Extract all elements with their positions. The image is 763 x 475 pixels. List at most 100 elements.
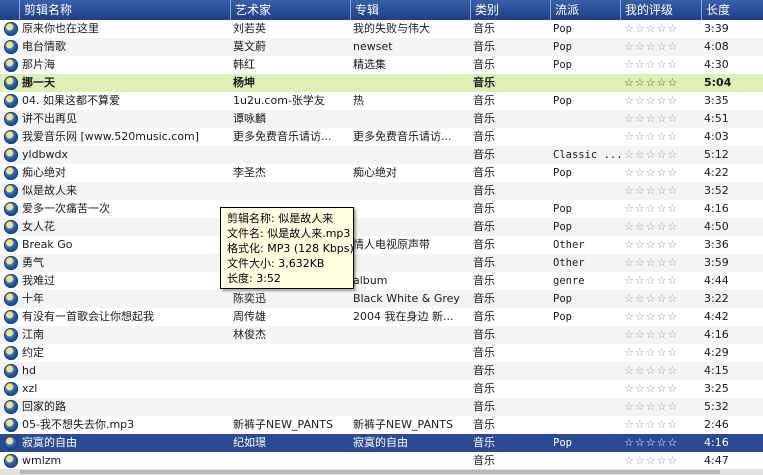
rating-stars[interactable]: ☆☆☆☆☆ [624, 200, 678, 218]
track-row[interactable]: 十年 陈奕迅 Black White & Grey 音乐 Pop 3:22 ☆☆☆☆☆ [0, 290, 763, 308]
rating-stars[interactable]: ☆☆☆☆☆ [624, 380, 678, 398]
track-category: 音乐 [473, 274, 495, 287]
track-album: 情人电视原声带 [353, 238, 430, 251]
track-length: 3:35 [704, 94, 729, 107]
track-genre [551, 128, 621, 146]
rating-stars[interactable]: ☆☆☆☆☆ [624, 344, 678, 362]
rating-stars[interactable]: ☆☆☆☆☆ [624, 20, 678, 38]
track-artist: 陈奕迅 [233, 292, 266, 305]
rating-stars[interactable]: ☆☆☆☆☆ [624, 74, 678, 92]
rating-stars[interactable]: ☆☆☆☆☆ [624, 272, 678, 290]
track-category: 音乐 [473, 22, 495, 35]
header-rating[interactable]: 我的评级 [621, 0, 702, 20]
track-category: 音乐 [473, 256, 495, 269]
track-row[interactable]: 爱多一次痛苦一次 音乐 Pop 4:16 ☆☆☆☆☆ [0, 200, 763, 218]
rating-stars[interactable]: ☆☆☆☆☆ [624, 92, 678, 110]
header-album[interactable]: 专辑 [351, 0, 471, 20]
rating-stars[interactable]: ☆☆☆☆☆ [624, 308, 678, 326]
header-category[interactable]: 类别 [471, 0, 551, 20]
track-row[interactable]: 有没有一首歌会让你想起我 周传雄 2004 我在身边 新... 音乐 Pop 4:42 ☆☆… [0, 308, 763, 326]
rating-stars[interactable]: ☆☆☆☆☆ [624, 398, 678, 416]
track-row[interactable]: 女人花 音乐 Pop 4:50 ☆☆☆☆☆ [0, 218, 763, 236]
rating-stars[interactable]: ☆☆☆☆☆ [624, 38, 678, 56]
track-artist: 杨坤 [233, 76, 255, 89]
rating-stars[interactable]: ☆☆☆☆☆ [624, 254, 678, 272]
audio-file-icon [4, 382, 18, 396]
track-row[interactable]: 电台情歌 莫文蔚 newset 音乐 Pop 4:08 ☆☆☆☆☆ [0, 38, 763, 56]
track-album [351, 110, 471, 128]
track-row[interactable]: 约定 音乐 4:29 ☆☆☆☆☆ [0, 344, 763, 362]
rating-stars[interactable]: ☆☆☆☆☆ [624, 362, 678, 380]
rating-stars[interactable]: ☆☆☆☆☆ [624, 416, 678, 434]
track-row[interactable]: 痴心绝对 李圣杰 痴心绝对 音乐 Pop 4:22 ☆☆☆☆☆ [0, 164, 763, 182]
track-row[interactable]: hd 音乐 4:15 ☆☆☆☆☆ [0, 362, 763, 380]
track-row[interactable]: 勇气 音乐 Other 3:59 ☆☆☆☆☆ [0, 254, 763, 272]
header-icon-column[interactable] [0, 0, 20, 20]
track-category: 音乐 [473, 166, 495, 179]
rating-stars[interactable]: ☆☆☆☆☆ [624, 434, 678, 452]
tooltip-filesize: 文件大小: 3,632KB [227, 257, 325, 270]
track-row[interactable]: 回家的路 音乐 5:32 ☆☆☆☆☆ [0, 398, 763, 416]
rating-stars[interactable]: ☆☆☆☆☆ [624, 290, 678, 308]
track-row[interactable]: 04. 如果这都不算爱 1u2u.com-张学友 热 音乐 Pop 3:35 ☆☆☆☆☆ [0, 92, 763, 110]
track-category: 音乐 [473, 94, 495, 107]
track-genre [551, 398, 621, 416]
track-length: 4:08 [704, 40, 729, 53]
audio-file-icon [4, 130, 18, 144]
header-length[interactable]: 长度 [702, 0, 763, 20]
track-genre: Pop [553, 59, 572, 71]
track-genre [551, 362, 621, 380]
audio-file-icon [4, 184, 18, 198]
rating-stars[interactable]: ☆☆☆☆☆ [624, 146, 678, 164]
header-title[interactable]: 剪辑名称 [20, 0, 231, 20]
track-title: 似是故人来 [22, 184, 77, 197]
track-artist: 周传雄 [233, 310, 266, 323]
rating-stars[interactable]: ☆☆☆☆☆ [624, 218, 678, 236]
tooltip-filename: 文件名: 似是故人来.mp3 [227, 227, 351, 240]
track-row[interactable]: 那片海 韩红 精选集 音乐 Pop 4:30 ☆☆☆☆☆ [0, 56, 763, 74]
track-album: newset [353, 40, 393, 53]
track-length: 4:16 [704, 328, 729, 341]
track-row[interactable]: wmlzm 音乐 4:47 ☆☆☆☆☆ [0, 452, 763, 470]
rating-stars[interactable]: ☆☆☆☆☆ [624, 452, 678, 470]
track-artist [231, 380, 351, 398]
track-length: 4:44 [704, 274, 729, 287]
track-artist: 纪如璟 [233, 436, 266, 449]
track-row[interactable]: 挪一天 杨坤 音乐 5:04 ☆☆☆☆☆ [0, 74, 763, 92]
header-artist[interactable]: 艺术家 [231, 0, 351, 20]
rating-stars[interactable]: ☆☆☆☆☆ [624, 56, 678, 74]
track-row[interactable]: Break Go 情人电视原声带 音乐 Other 3:36 ☆☆☆☆☆ [0, 236, 763, 254]
track-category: 音乐 [473, 238, 495, 251]
rating-stars[interactable]: ☆☆☆☆☆ [624, 326, 678, 344]
rating-stars[interactable]: ☆☆☆☆☆ [624, 236, 678, 254]
track-row[interactable]: 原来你也在这里 刘若英 我的失败与伟大 音乐 Pop 3:39 ☆☆☆☆☆ [0, 20, 763, 38]
rating-stars[interactable]: ☆☆☆☆☆ [624, 110, 678, 128]
scrollbar-thumb[interactable] [20, 470, 720, 474]
track-artist: 韩红 [233, 58, 255, 71]
track-album [351, 452, 471, 470]
track-title: 江南 [22, 328, 44, 341]
rating-stars[interactable]: ☆☆☆☆☆ [624, 164, 678, 182]
header-genre[interactable]: 流派 [551, 0, 621, 20]
track-row[interactable]: 我难过 album 音乐 genre 4:44 ☆☆☆☆☆ [0, 272, 763, 290]
track-row[interactable]: 我爱音乐网 [www.520music.com] 更多免费音乐请访... 更多免费音… [0, 128, 763, 146]
track-category: 音乐 [473, 40, 495, 53]
audio-file-icon [4, 436, 18, 450]
track-row[interactable]: 讲不出再见 谭咏麟 音乐 4:51 ☆☆☆☆☆ [0, 110, 763, 128]
audio-file-icon [4, 418, 18, 432]
track-artist: 莫文蔚 [233, 40, 266, 53]
track-row[interactable]: 江南 林俊杰 音乐 4:16 ☆☆☆☆☆ [0, 326, 763, 344]
track-row[interactable]: 似是故人来 音乐 3:52 ☆☆☆☆☆ [0, 182, 763, 200]
track-row[interactable]: 寂寞的自由 纪如璟 寂寞的自由 音乐 Pop 4:16 ☆☆☆☆☆ [0, 434, 763, 452]
track-album: 新裤子NEW_PANTS [353, 418, 453, 431]
track-row[interactable]: yldbwdx 音乐 Classic ... 5:12 ☆☆☆☆☆ [0, 146, 763, 164]
rating-stars[interactable]: ☆☆☆☆☆ [624, 128, 678, 146]
track-title: 电台情歌 [22, 40, 66, 53]
music-library-window: { "columns": [ {"label": "剪辑名称"}, {"labe… [0, 0, 763, 475]
track-row[interactable]: 05-我不想失去你.mp3 新裤子NEW_PANTS 新裤子NEW_PANTS 音乐 2… [0, 416, 763, 434]
track-length: 3:25 [704, 382, 729, 395]
tooltip-format: 格式化: MP3 (128 Kbps) [227, 242, 354, 255]
rating-stars[interactable]: ☆☆☆☆☆ [624, 182, 678, 200]
horizontal-scrollbar[interactable] [0, 469, 763, 475]
track-row[interactable]: xzl 音乐 3:25 ☆☆☆☆☆ [0, 380, 763, 398]
